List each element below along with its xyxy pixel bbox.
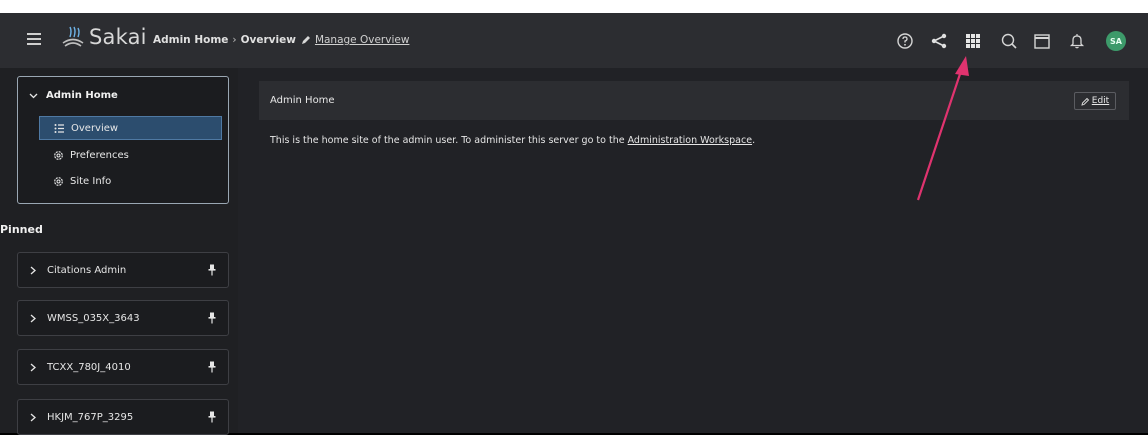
sidebar: Admin Home Overview Preferences Site Inf… (0, 68, 238, 435)
pinned-site-label: HKJM_767P_3295 (47, 412, 134, 423)
search-icon[interactable] (998, 30, 1020, 52)
current-site-panel: Admin Home Overview Preferences Site Inf… (17, 76, 229, 204)
pinned-site-tcxx[interactable]: TCXX_780J_4010 (17, 349, 229, 385)
chevron-down-icon (29, 93, 38, 99)
pinned-site-wmss[interactable]: WMSS_035X_3643 (17, 300, 229, 336)
notifications-bell-icon[interactable] (1066, 30, 1088, 52)
sidebar-item-label: Preferences (70, 149, 129, 161)
sidebar-item-overview[interactable]: Overview (39, 116, 222, 140)
body-text-prefix: This is the home site of the admin user.… (270, 135, 628, 146)
list-icon (54, 123, 64, 133)
pin-icon[interactable] (208, 411, 216, 423)
chevron-right-icon (30, 363, 36, 372)
chevron-right-icon (30, 314, 36, 323)
pinned-site-citations-admin[interactable]: Citations Admin (17, 252, 229, 288)
pinned-site-label: TCXX_780J_4010 (47, 362, 131, 373)
pinned-heading: Pinned (0, 223, 43, 236)
overview-card-header: Admin Home Edit (259, 81, 1129, 120)
chevron-right-icon (30, 413, 36, 422)
main-content: Admin Home Edit This is the home site of… (238, 68, 1148, 433)
pin-icon[interactable] (208, 264, 216, 276)
pin-icon[interactable] (208, 361, 216, 373)
edit-button[interactable]: Edit (1074, 92, 1116, 110)
help-icon[interactable] (894, 30, 916, 52)
sidebar-item-label: Overview (71, 122, 119, 134)
pinned-site-label: Citations Admin (47, 265, 127, 276)
chevron-right-icon (30, 266, 36, 275)
avatar[interactable]: SA (1106, 31, 1126, 51)
top-header: Sakai Admin Home › Overview Manage Overv… (0, 13, 1148, 68)
pencil-icon (1081, 97, 1089, 106)
pin-icon[interactable] (208, 312, 216, 324)
pinned-site-hkjm[interactable]: HKJM_767P_3295 (17, 399, 229, 435)
sidebar-item-preferences[interactable]: Preferences (39, 143, 222, 167)
sidebar-item-site-info[interactable]: Site Info (39, 169, 222, 193)
body-text-suffix: . (752, 135, 756, 146)
pinned-site-label: WMSS_035X_3643 (47, 313, 140, 324)
sidebar-item-label: Site Info (70, 175, 112, 187)
apps-grid-icon[interactable] (962, 30, 984, 52)
gear-icon (54, 150, 63, 160)
site-title-label: Admin Home (46, 90, 118, 101)
site-title-toggle[interactable]: Admin Home (29, 90, 118, 101)
top-strip (0, 0, 1148, 13)
share-icon[interactable] (928, 30, 950, 52)
calendar-icon[interactable] (1031, 30, 1053, 52)
edit-label: Edit (1091, 96, 1110, 106)
gear-icon (54, 176, 63, 186)
administration-workspace-link[interactable]: Administration Workspace (628, 135, 752, 146)
card-title: Admin Home (270, 95, 335, 106)
overview-body-text: This is the home site of the admin user.… (270, 135, 755, 146)
